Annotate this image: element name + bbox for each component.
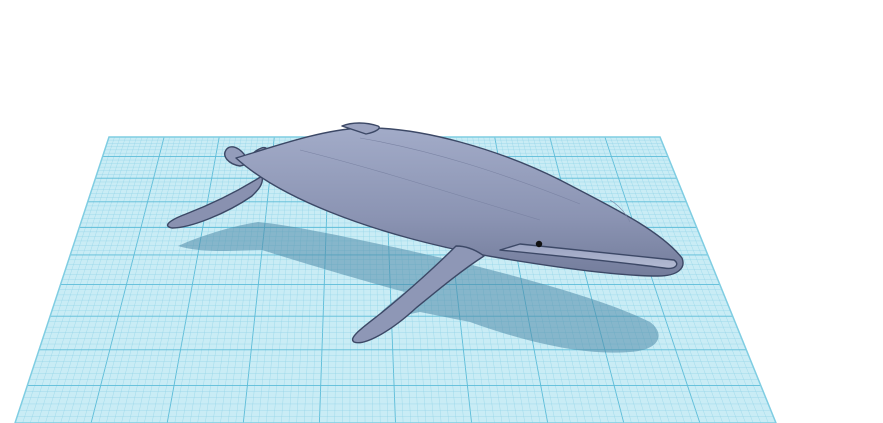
- scene-canvas[interactable]: [0, 0, 883, 423]
- whale-eye: [535, 240, 543, 248]
- 3d-viewport[interactable]: [0, 0, 883, 423]
